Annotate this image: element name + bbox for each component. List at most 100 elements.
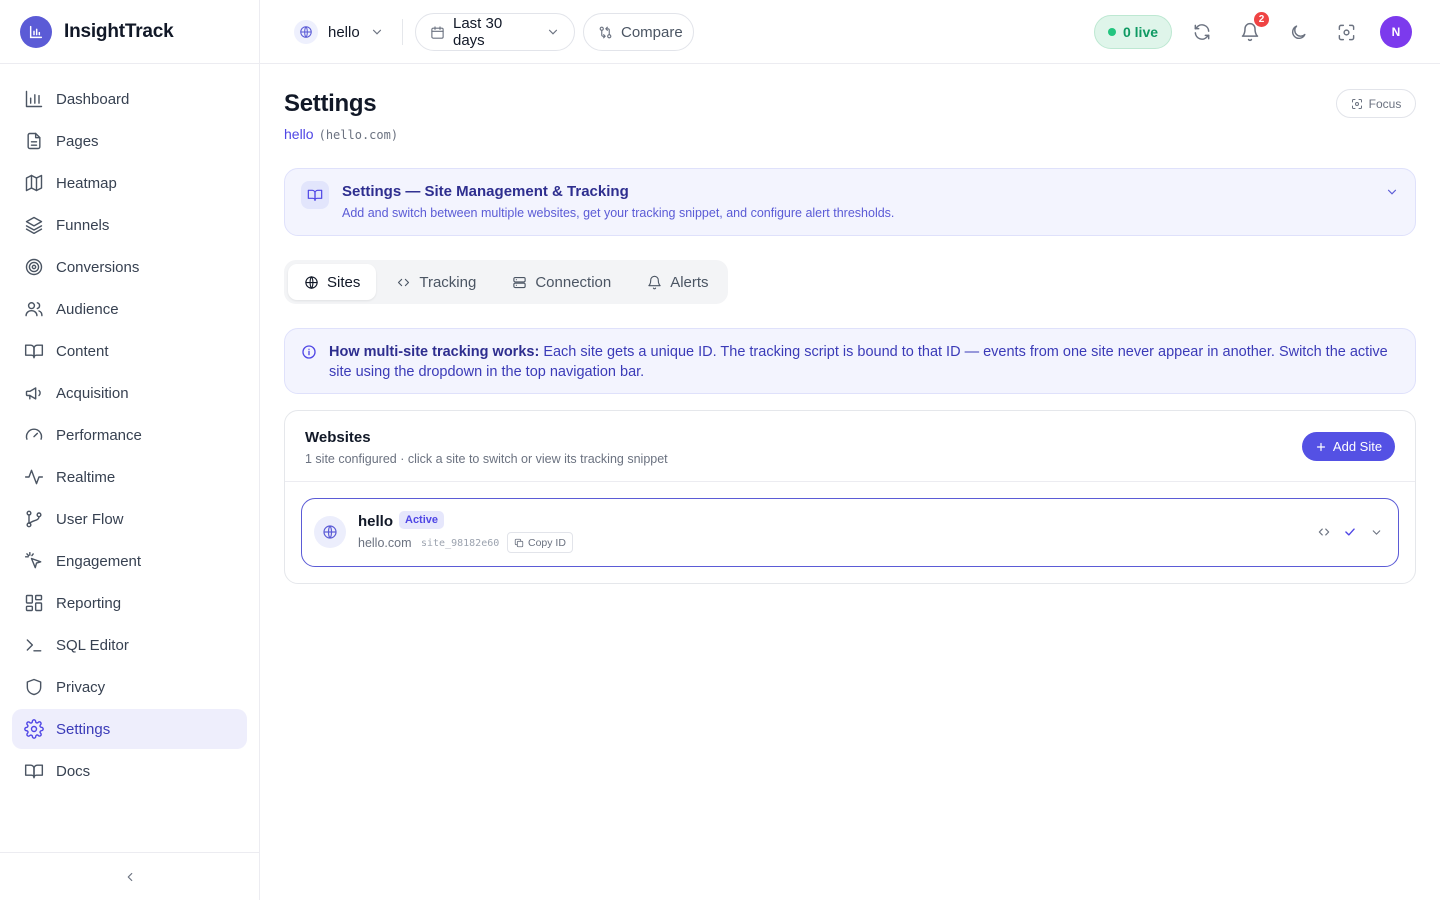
sidebar-item-label: Heatmap [56,174,117,192]
sidebar-item-label: User Flow [56,510,124,528]
sidebar-item-content[interactable]: Content [12,331,247,371]
site-name: hello [358,513,394,530]
compare-button[interactable]: Compare [583,13,694,51]
chevron-down-icon [1385,185,1399,199]
focus-button[interactable]: Focus [1336,89,1416,118]
terminal-icon [24,635,44,655]
sidebar-item-label: Pages [56,132,99,150]
site-id: site_98182e60 [421,538,500,549]
expand-site-button[interactable] [1368,524,1384,540]
focus-label: Focus [1368,96,1402,111]
globe-icon [304,275,319,290]
sidebar-item-user-flow[interactable]: User Flow [12,499,247,539]
live-visitors-badge: 0 live [1094,15,1172,49]
notification-count-badge: 2 [1254,12,1269,27]
date-range-button[interactable]: Last 30 days [415,13,575,51]
active-site-domain: (hello.com) [318,128,399,142]
users-icon [24,299,44,319]
pointer-click-icon [24,551,44,571]
info-card-title: Settings — Site Management & Tracking [342,183,629,200]
sidebar-item-audience[interactable]: Audience [12,289,247,329]
git-branch-icon [24,509,44,529]
copy-id-label: Copy ID [528,536,566,549]
sidebar-item-label: SQL Editor [56,636,129,654]
focus-mode-button[interactable] [1334,20,1358,44]
sidebar-item-label: Performance [56,426,142,444]
sidebar-item-dashboard[interactable]: Dashboard [12,79,247,119]
sidebar-item-sql-editor[interactable]: SQL Editor [12,625,247,665]
sidebar-item-heatmap[interactable]: Heatmap [12,163,247,203]
sidebar-item-pages[interactable]: Pages [12,121,247,161]
active-site-check[interactable] [1342,524,1358,540]
megaphone-icon [24,383,44,403]
file-icon [24,131,44,151]
tab-label: Tracking [419,273,477,291]
multi-site-notice: How multi-site tracking works: Each site… [284,328,1416,394]
target-icon [24,257,44,277]
sidebar-item-label: Docs [56,762,91,780]
sidebar-item-acquisition[interactable]: Acquisition [12,373,247,413]
page-title: Settings [284,90,377,117]
tab-connection[interactable]: Connection [496,264,627,300]
view-snippet-button[interactable] [1316,524,1332,540]
refresh-button[interactable] [1190,20,1214,44]
sidebar-item-reporting[interactable]: Reporting [12,583,247,623]
sidebar-item-docs[interactable]: Docs [12,751,247,791]
moon-icon [1289,23,1308,42]
site-selector[interactable]: hello [294,20,384,44]
add-site-button[interactable]: Add Site [1302,432,1395,461]
sidebar-item-conversions[interactable]: Conversions [12,247,247,287]
map-icon [24,173,44,193]
sidebar-item-settings[interactable]: Settings [12,709,247,749]
sidebar-item-privacy[interactable]: Privacy [12,667,247,707]
sidebar-item-label: Conversions [56,258,140,276]
chevron-down-icon [546,25,560,39]
sidebar-item-label: Acquisition [56,384,129,402]
collapse-sidebar-button[interactable] [0,852,259,900]
refresh-icon [1192,22,1212,42]
check-icon [1343,525,1357,539]
gear-icon [24,719,44,739]
gauge-icon [24,425,44,445]
notice-bold: How multi-site tracking works: [329,344,540,360]
book-icon [24,341,44,361]
theme-toggle-button[interactable] [1286,20,1310,44]
sidebar-item-funnels[interactable]: Funnels [12,205,247,245]
sidebar-item-engagement[interactable]: Engagement [12,541,247,581]
divider [285,481,1415,482]
code-icon [1317,525,1331,539]
bell-icon [647,275,662,290]
info-icon [301,344,317,360]
tab-sites[interactable]: Sites [288,264,377,300]
sidebar: InsightTrack Dashboard Pages Heatmap Fun… [0,0,260,900]
add-site-label: Add Site [1332,439,1383,454]
layers-icon [24,215,44,235]
sidebar-item-realtime[interactable]: Realtime [12,457,247,497]
site-selector-label: hello [328,23,360,41]
tab-tracking[interactable]: Tracking [380,264,492,300]
activity-icon [24,467,44,487]
active-site-name: hello [284,126,314,142]
server-icon [512,275,527,290]
scan-focus-icon [1351,98,1363,110]
live-count: 0 live [1122,24,1159,40]
divider [402,19,403,45]
book-icon [24,761,44,781]
avatar[interactable]: N [1380,16,1412,48]
page-subtitle: hello (hello.com) [284,126,398,142]
sidebar-item-performance[interactable]: Performance [12,415,247,455]
notice-text: How multi-site tracking works: Each site… [329,342,1389,382]
websites-header: Websites 1 site configured · click a sit… [305,429,668,466]
scan-focus-icon [1337,23,1356,42]
date-range-label: Last 30 days [453,15,503,49]
logo-bar-chart-icon [20,15,52,48]
sidebar-item-label: Settings [56,720,111,738]
live-dot-icon [1107,28,1116,36]
code-icon [396,275,411,290]
site-row[interactable]: hello Active hello.com site_98182e60 Cop… [301,498,1399,567]
sidebar-item-label: Realtime [56,468,116,486]
info-card-toggle[interactable] [1385,185,1399,199]
copy-id-button[interactable]: Copy ID [507,532,573,553]
tab-alerts[interactable]: Alerts [631,264,724,300]
tab-label: Connection [535,273,612,291]
